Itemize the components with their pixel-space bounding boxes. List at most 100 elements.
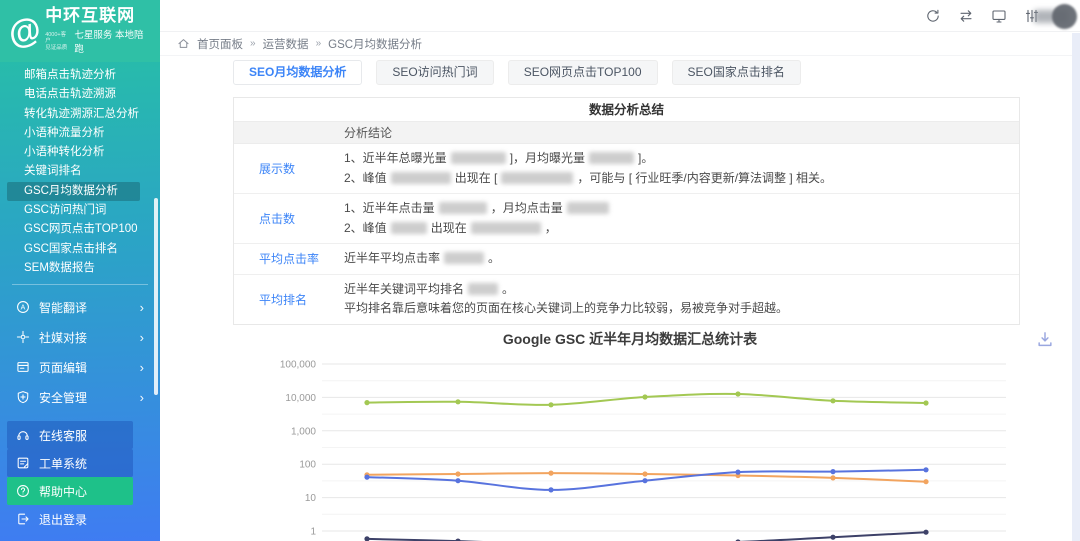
svg-text:A: A bbox=[21, 305, 26, 312]
sidebar-bottom-3[interactable]: 退出登录 bbox=[0, 505, 160, 533]
svg-text:100,000: 100,000 bbox=[280, 360, 317, 371]
breadcrumb: 首页面板»运营数据»GSC月均数据分析 bbox=[160, 32, 1080, 56]
headset-icon bbox=[16, 428, 30, 442]
sidebar-bottom-label: 退出登录 bbox=[39, 511, 87, 528]
share-icon bbox=[16, 330, 30, 344]
summary-row-1: 点击数1、近半年点击量，月均点击量2、峰值出现在， bbox=[234, 194, 1019, 244]
summary-row-conclusion: 1、近半年点击量，月均点击量2、峰值出现在， bbox=[344, 194, 1019, 243]
shield-icon bbox=[16, 390, 30, 404]
breadcrumb-item-0[interactable]: 首页面板 bbox=[197, 36, 243, 52]
sidebar-group-2[interactable]: 页面编辑› bbox=[0, 352, 160, 382]
svg-text:10: 10 bbox=[305, 493, 317, 504]
sidebar-item-3[interactable]: 小语种流量分析 bbox=[0, 124, 160, 143]
svg-text:1,000: 1,000 bbox=[291, 426, 316, 437]
conclusion-line: 1、近半年总曝光量]，月均曝光量]。 bbox=[344, 149, 1009, 169]
sidebar-item-label: 小语种转化分析 bbox=[24, 146, 105, 158]
gsc-chart: 100,00010,0001,000100101 bbox=[230, 350, 1030, 541]
sidebar-item-10[interactable]: SEM数据报告 bbox=[0, 259, 160, 278]
tab-3[interactable]: SEO国家点击排名 bbox=[672, 60, 801, 85]
page-scrollbar[interactable] bbox=[1072, 33, 1080, 541]
redacted-value bbox=[567, 202, 609, 214]
sidebar-item-label: 电话点击轨迹溯源 bbox=[24, 88, 116, 100]
sidebar-item-9[interactable]: GSC国家点击排名 bbox=[0, 240, 160, 259]
top-header: 首页面板»运营数据»GSC月均数据分析 bbox=[160, 0, 1080, 57]
tab-0[interactable]: SEO月均数据分析 bbox=[233, 60, 362, 85]
sidebar-item-1[interactable]: 电话点击轨迹溯源 bbox=[0, 85, 160, 104]
monitor-icon[interactable] bbox=[991, 8, 1007, 24]
tab-2[interactable]: SEO网页点击TOP100 bbox=[508, 60, 658, 85]
sidebar-bottom-items: 在线客服工单系统帮助中心退出登录 bbox=[0, 421, 160, 533]
summary-row-conclusion: 近半年平均点击率。 bbox=[344, 244, 1019, 274]
svg-text:1: 1 bbox=[310, 527, 316, 538]
avatar bbox=[1052, 4, 1077, 29]
sidebar-item-7[interactable]: GSC访问热门词 bbox=[0, 201, 160, 220]
logo-text: 中环互联网 4000+客户见证品质 七星服务 本地陪跑 bbox=[45, 7, 152, 56]
breadcrumb-separator: » bbox=[316, 38, 322, 49]
sidebar-item-label: 邮箱点击轨迹分析 bbox=[24, 69, 116, 81]
sidebar-group-0[interactable]: A 智能翻译 › bbox=[0, 292, 160, 322]
sidebar-group-label: 页面编辑 bbox=[39, 359, 87, 376]
sidebar-group-label: 智能翻译 bbox=[39, 299, 87, 316]
summary-row-label: 平均排名 bbox=[234, 275, 344, 324]
sidebar-bottom-2[interactable]: 帮助中心 bbox=[0, 477, 160, 505]
redacted-value bbox=[391, 222, 427, 234]
user-avatar[interactable] bbox=[1032, 4, 1080, 30]
conclusion-line: 1、近半年点击量，月均点击量 bbox=[344, 199, 1009, 219]
logo-tagline: 4000+客户见证品质 bbox=[45, 32, 71, 51]
sidebar-bottom-0[interactable]: 在线客服 bbox=[0, 421, 160, 449]
redacted-value bbox=[471, 222, 541, 234]
download-icon[interactable] bbox=[1036, 330, 1054, 348]
sidebar-item-6[interactable]: GSC月均数据分析 bbox=[0, 182, 160, 201]
sidebar-group-label: 社媒对接 bbox=[39, 329, 87, 346]
sidebar-bottom-1[interactable]: 工单系统 bbox=[0, 449, 160, 477]
home-icon bbox=[177, 37, 190, 50]
sidebar-item-8[interactable]: GSC网页点击TOP100 bbox=[0, 220, 160, 239]
summary-row-conclusion: 1、近半年总曝光量]，月均曝光量]。2、峰值出现在 [，可能与 [ 行业旺季/内… bbox=[344, 144, 1019, 193]
breadcrumb-item-2: GSC月均数据分析 bbox=[328, 36, 422, 52]
logout-icon bbox=[16, 512, 30, 526]
tab-1[interactable]: SEO访问热门词 bbox=[376, 60, 493, 85]
redacted-value bbox=[439, 202, 487, 214]
summary-row-3: 平均排名近半年关键词平均排名。平均排名靠后意味着您的页面在核心关键词上的竞争力比… bbox=[234, 275, 1019, 324]
summary-header-label-cell bbox=[234, 122, 344, 143]
summary-row-0: 展示数1、近半年总曝光量]，月均曝光量]。2、峰值出现在 [，可能与 [ 行业旺… bbox=[234, 144, 1019, 194]
summary-row-conclusion: 近半年关键词平均排名。平均排名靠后意味着您的页面在核心关键词上的竞争力比较弱，易… bbox=[344, 275, 1019, 324]
redacted-value bbox=[444, 252, 484, 264]
header-icons-row bbox=[160, 0, 1080, 32]
redacted-value bbox=[391, 172, 451, 184]
chevron-right-icon: › bbox=[140, 331, 144, 344]
chart-title: Google GSC 近半年月均数据汇总统计表 bbox=[230, 329, 1030, 349]
sidebar-item-5[interactable]: 关键词排名 bbox=[0, 162, 160, 181]
breadcrumb-item-1[interactable]: 运营数据 bbox=[263, 36, 309, 52]
sidebar-group-1[interactable]: 社媒对接 › bbox=[0, 322, 160, 352]
main-content: SEO月均数据分析SEO访问热门词SEO网页点击TOP100SEO国家点击排名 … bbox=[160, 57, 1072, 541]
sidebar-item-label: GSC访问热门词 bbox=[24, 204, 106, 216]
logo-icon: @ bbox=[4, 11, 43, 51]
sidebar-item-0[interactable]: 邮箱点击轨迹分析 bbox=[0, 66, 160, 85]
sidebar-bottom-label: 帮助中心 bbox=[39, 483, 87, 500]
help-icon bbox=[16, 484, 30, 498]
sidebar-item-label: GSC月均数据分析 bbox=[24, 185, 118, 197]
conclusion-line: 近半年平均点击率。 bbox=[344, 249, 1009, 269]
conclusion-line: 平均排名靠后意味着您的页面在核心关键词上的竞争力比较弱，易被竞争对手超越。 bbox=[344, 299, 1009, 319]
translate-icon: A bbox=[16, 300, 30, 314]
sidebar-scrollbar-thumb[interactable] bbox=[154, 198, 158, 395]
svg-text:10,000: 10,000 bbox=[285, 393, 316, 404]
sidebar-item-4[interactable]: 小语种转化分析 bbox=[0, 143, 160, 162]
app-root: @ 中环互联网 4000+客户见证品质 七星服务 本地陪跑 邮箱点击轨迹分析电话… bbox=[0, 0, 1080, 541]
swap-icon[interactable] bbox=[958, 8, 974, 24]
page-edit-icon bbox=[16, 360, 30, 374]
chevron-right-icon: › bbox=[140, 301, 144, 314]
sidebar-item-label: 转化轨迹溯源汇总分析 bbox=[24, 108, 139, 120]
sidebar-bottom-label: 在线客服 bbox=[39, 427, 87, 444]
sidebar-item-label: GSC国家点击排名 bbox=[24, 243, 118, 255]
summary-table-title: 数据分析总结 bbox=[234, 98, 1019, 122]
sidebar-item-label: GSC网页点击TOP100 bbox=[24, 223, 138, 235]
sidebar-group-3[interactable]: 安全管理› bbox=[0, 382, 160, 412]
summary-row-label: 平均点击率 bbox=[234, 244, 344, 274]
sidebar-group-label: 安全管理 bbox=[39, 389, 87, 406]
sidebar-item-2[interactable]: 转化轨迹溯源汇总分析 bbox=[0, 105, 160, 124]
sidebar-item-label: 小语种流量分析 bbox=[24, 127, 105, 139]
sidebar: @ 中环互联网 4000+客户见证品质 七星服务 本地陪跑 邮箱点击轨迹分析电话… bbox=[0, 0, 160, 541]
refresh-icon[interactable] bbox=[925, 8, 941, 24]
